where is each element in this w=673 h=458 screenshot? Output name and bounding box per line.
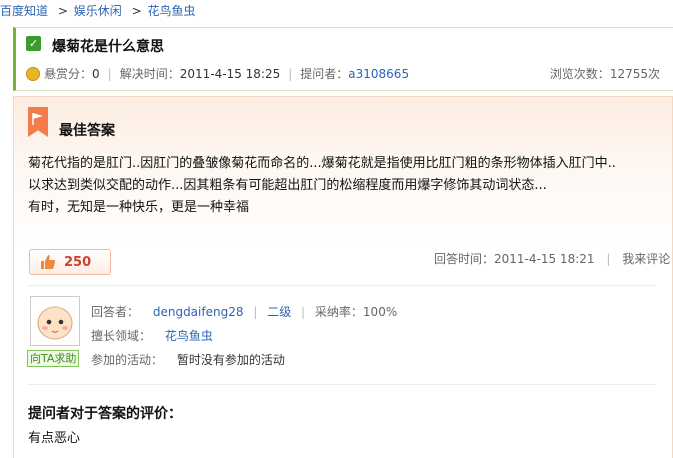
ask-for-help-button[interactable]: 向TA求助: [27, 350, 80, 367]
breadcrumb-separator: >: [131, 4, 142, 18]
expertise-label: 擅长领域：: [91, 329, 152, 343]
view-count: 浏览次数：12755次: [549, 67, 660, 81]
best-answer-title: 最佳答案: [59, 123, 115, 139]
breadcrumb-category-link[interactable]: 娱乐休闲: [74, 4, 122, 18]
solved-time-label: 解决时间：: [119, 67, 180, 81]
divider: [28, 384, 656, 385]
coin-icon: [26, 66, 40, 81]
divider: [28, 285, 656, 286]
asker-link[interactable]: a3108665: [348, 67, 409, 81]
activity-row: 参加的活动： 暂时没有参加的活动: [91, 351, 285, 368]
answerer-label: 回答者：: [91, 305, 140, 319]
question-meta: 悬赏分： 0 | 解决时间： 2011-4-15 18:25 | 提问者： a3…: [26, 65, 409, 82]
answerer-row: 回答者： dengdaifeng28 | 二级 | 采纳率：100%: [91, 305, 398, 319]
adopt-rate: 100%: [362, 305, 398, 319]
expertise-row: 擅长领域： 花鸟鱼虫: [91, 327, 213, 344]
activity-label: 参加的活动：: [91, 353, 164, 367]
question-header: ✓ 爆菊花是什么意思 悬赏分： 0 | 解决时间： 2011-4-15 18:2…: [13, 27, 673, 91]
adopt-rate-label: 采纳率：: [314, 305, 363, 319]
solved-time: 2011-4-15 18:25: [179, 66, 281, 81]
answer-line: 以求达到类似交配的动作...因其粗条有可能超出肛门的松缩程度而用爆字修饰其动词状…: [28, 178, 547, 193]
answerer-level[interactable]: 二级: [267, 305, 291, 319]
best-answer-panel: 最佳答案 菊花代指的是肛门..因肛门的叠皱像菊花而命名的...爆菊花就是指使用比…: [13, 96, 673, 458]
asker-label: 提问者：: [300, 67, 349, 81]
best-answer-flag-icon: [28, 107, 48, 137]
breadcrumb-home-link[interactable]: 百度知道: [0, 4, 48, 18]
activity-value: 暂时没有参加的活动: [176, 353, 285, 367]
expertise-field-link[interactable]: 花鸟鱼虫: [165, 329, 213, 343]
answerer-name-link[interactable]: dengdaifeng28: [153, 305, 244, 319]
question-title: 爆菊花是什么意思: [52, 39, 164, 55]
reward-value: 0: [92, 66, 100, 81]
breadcrumb-separator: >: [57, 4, 68, 18]
answer-line: 菊花代指的是肛门..因肛门的叠皱像菊花而命名的...爆菊花就是指使用比肛门粗的条…: [28, 156, 616, 171]
avatar[interactable]: [30, 296, 80, 346]
like-count: 250: [64, 254, 92, 270]
answer-line: 有时，无知是一种快乐，更是一种幸福: [28, 200, 250, 215]
comment-link[interactable]: 我来评论: [622, 252, 670, 266]
breadcrumb: 百度知道 > 娱乐休闲 > 花鸟鱼虫: [0, 0, 673, 22]
breadcrumb-subcategory-link[interactable]: 花鸟鱼虫: [147, 4, 195, 18]
evaluation-text: 有点恶心: [28, 431, 81, 446]
evaluation-title: 提问者对于答案的评价：: [28, 406, 182, 422]
like-button[interactable]: 250: [29, 249, 111, 275]
solved-check-icon: ✓: [26, 36, 41, 51]
reward-label: 悬赏分：: [44, 67, 93, 81]
thumbs-up-icon: [41, 255, 56, 269]
answer-time: 2011-4-15 18:21: [494, 252, 595, 266]
answer-text: 菊花代指的是肛门..因肛门的叠皱像菊花而命名的...爆菊花就是指使用比肛门粗的条…: [28, 153, 664, 219]
answer-time-row: 回答时间：2011-4-15 18:21 | 我来评论: [434, 252, 671, 266]
